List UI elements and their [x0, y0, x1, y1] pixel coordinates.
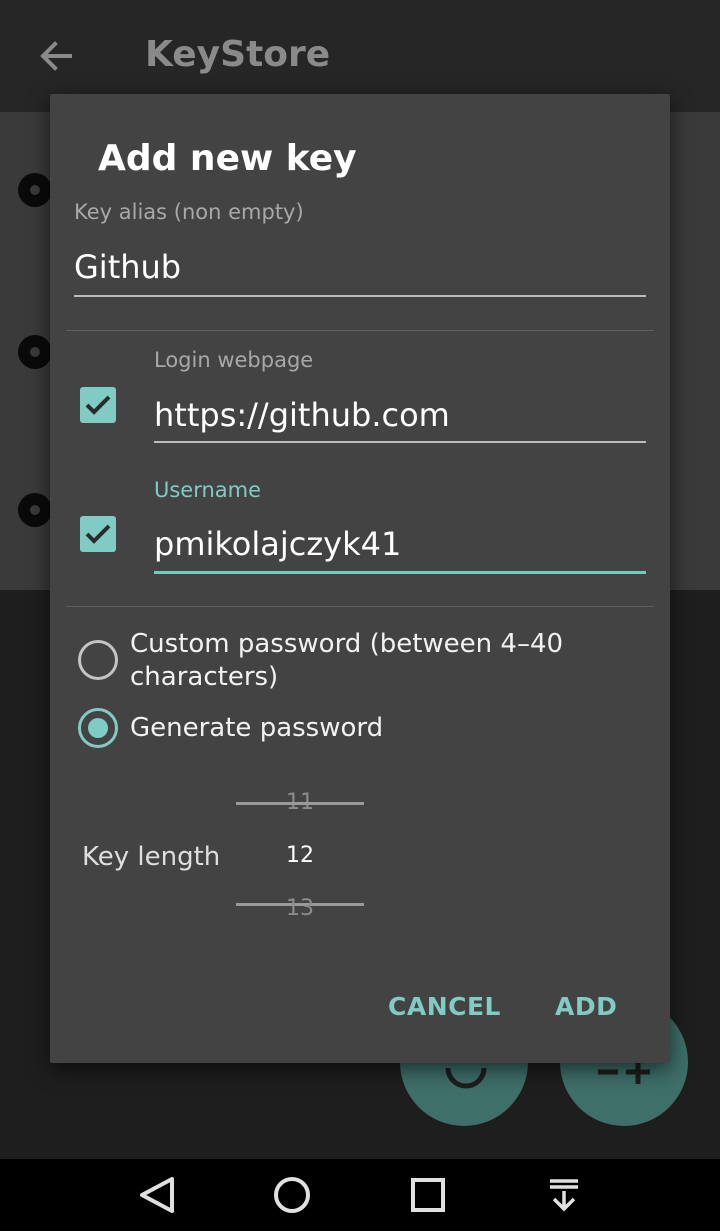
- list-item-icon: [18, 173, 52, 207]
- cancel-button[interactable]: CANCEL: [388, 992, 501, 1021]
- key-length-label: Key length: [82, 842, 221, 872]
- divider: [66, 330, 654, 331]
- divider: [66, 606, 654, 607]
- generate-password-label[interactable]: Generate password: [130, 712, 600, 745]
- nav-home-icon[interactable]: [268, 1173, 316, 1217]
- add-button[interactable]: ADD: [555, 992, 617, 1021]
- app-title: KeyStore: [145, 34, 331, 75]
- login-label: Login webpage: [154, 348, 314, 372]
- login-checkbox[interactable]: [80, 387, 116, 423]
- add-key-dialog: Add new key Key alias (non empty) Github…: [50, 94, 670, 1063]
- key-length-next[interactable]: 13: [236, 896, 364, 921]
- key-length-current[interactable]: 12: [236, 843, 364, 868]
- nav-back-icon[interactable]: [132, 1173, 180, 1217]
- username-input[interactable]: pmikolajczyk41: [154, 525, 401, 563]
- generate-password-radio[interactable]: [78, 708, 118, 748]
- picker-divider-top: [236, 802, 364, 805]
- custom-password-label[interactable]: Custom password (between 4–40 characters…: [130, 628, 600, 694]
- username-underline: [154, 571, 646, 574]
- checkbox-checked-icon: [85, 524, 111, 544]
- login-underline: [154, 441, 646, 443]
- system-nav-bar: [0, 1159, 720, 1231]
- alias-input[interactable]: Github: [74, 248, 181, 286]
- username-label: Username: [154, 478, 262, 502]
- list-item-icon: [18, 493, 52, 527]
- username-checkbox[interactable]: [80, 516, 116, 552]
- nav-menu-icon[interactable]: [540, 1173, 588, 1217]
- back-arrow-icon[interactable]: [36, 36, 76, 76]
- dialog-title: Add new key: [98, 138, 357, 179]
- login-input[interactable]: https://github.com: [154, 396, 450, 434]
- custom-password-radio[interactable]: [78, 640, 118, 680]
- alias-label: Key alias (non empty): [74, 200, 304, 224]
- list-item-icon: [18, 335, 52, 369]
- checkbox-checked-icon: [85, 395, 111, 415]
- nav-recents-icon[interactable]: [404, 1173, 452, 1217]
- alias-underline: [74, 295, 646, 297]
